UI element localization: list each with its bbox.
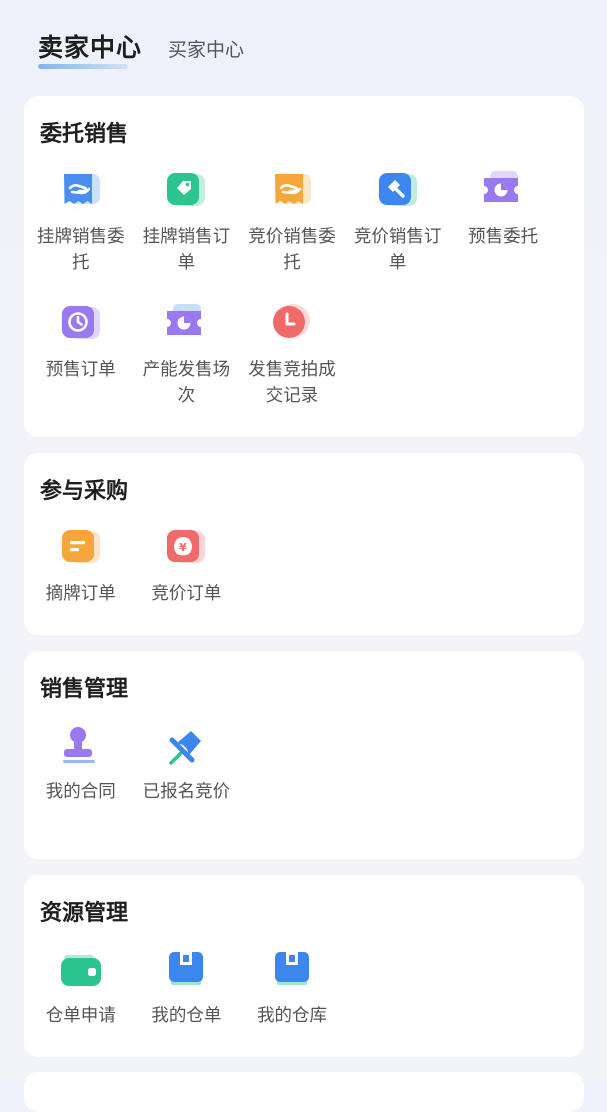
section-title: 委托销售 [40, 122, 129, 147]
pin-icon [163, 723, 209, 769]
menu-item[interactable]: 我的合同 [28, 723, 134, 856]
menu-item-label: 摘牌订单 [45, 584, 116, 604]
ticket-pie-icon [480, 168, 526, 214]
menu-item[interactable]: 仓单申请 [28, 947, 134, 1057]
section-grid: 挂牌销售委托 挂牌销售订单 竞价销售委托 竞价销售订单 预售委托 预售订单 产能… [28, 168, 556, 434]
section-title: 资源管理 [40, 901, 129, 926]
menu-item-label: 竞价订单 [151, 584, 222, 604]
stamp-icon [58, 723, 104, 769]
section-title: 销售管理 [40, 677, 129, 702]
menu-item-label: 竞价销售委托 [248, 227, 336, 273]
menu-item-label: 仓单申请 [45, 1006, 116, 1026]
menu-item[interactable]: 预售委托 [450, 168, 556, 301]
menu-item[interactable]: 挂牌销售委托 [28, 168, 134, 301]
header-tabs: 卖家中心 买家中心 [38, 28, 244, 69]
tag-icon [163, 168, 209, 214]
clock-icon [58, 301, 104, 347]
gavel-icon [375, 168, 421, 214]
menu-item-label: 预售委托 [468, 227, 539, 247]
menu-item[interactable]: 产能发售场次 [134, 301, 240, 434]
menu-item[interactable]: 竞价销售订单 [345, 168, 451, 301]
tab-buyer-center[interactable]: 买家中心 [168, 35, 244, 62]
menu-item-label: 预售订单 [45, 360, 116, 380]
section-grid: 摘牌订单 ¥ 竞价订单 [28, 525, 556, 635]
clock-circle-icon [269, 301, 315, 347]
hand-receipt-icon [269, 168, 315, 214]
yuan-bag-icon: ¥ [163, 525, 209, 571]
menu-item[interactable]: 竞价销售委托 [239, 168, 345, 301]
menu-item-label: 发售竞拍成交记录 [248, 360, 336, 406]
hand-receipt-icon [58, 168, 104, 214]
menu-item[interactable]: 预售订单 [28, 301, 134, 434]
tab-seller-center-label: 卖家中心 [38, 33, 143, 62]
wallet-icon [58, 947, 104, 993]
menu-item-label: 已报名竞价 [142, 782, 231, 802]
section-sales-management: 销售管理 我的合同 已报名竞价 [24, 651, 584, 859]
box-icon [163, 947, 209, 993]
next-section-card [24, 1072, 584, 1112]
section-resource-management: 资源管理 仓单申请 我的仓单 我的仓库 [24, 875, 584, 1057]
menu-item[interactable]: ¥ 竞价订单 [134, 525, 240, 635]
tab-seller-center[interactable]: 卖家中心 [38, 28, 143, 69]
menu-item-label: 我的仓库 [256, 1006, 327, 1026]
menu-item[interactable]: 发售竞拍成交记录 [239, 301, 345, 434]
menu-item[interactable]: 摘牌订单 [28, 525, 134, 635]
section-consignment-sales: 委托销售 挂牌销售委托 挂牌销售订单 竞价销售委托 竞价销售订单 预售委托 预售… [24, 96, 584, 437]
document-lines-icon [58, 525, 104, 571]
menu-item[interactable]: 我的仓单 [134, 947, 240, 1057]
menu-item-label: 我的合同 [45, 782, 116, 802]
menu-item[interactable]: 已报名竞价 [134, 723, 240, 856]
section-grid: 我的合同 已报名竞价 [28, 723, 556, 856]
menu-item[interactable]: 我的仓库 [239, 947, 345, 1057]
menu-item-label: 挂牌销售订单 [142, 227, 231, 273]
box-icon [269, 947, 315, 993]
section-procurement: 参与采购 摘牌订单 ¥ 竞价订单 [24, 453, 584, 635]
menu-item-label: 产能发售场次 [142, 360, 231, 406]
section-grid: 仓单申请 我的仓单 我的仓库 [28, 947, 556, 1057]
section-title: 参与采购 [40, 479, 129, 504]
menu-item-label: 我的仓单 [151, 1006, 222, 1026]
menu-item[interactable]: 挂牌销售订单 [134, 168, 240, 301]
menu-item-label: 挂牌销售委托 [37, 227, 125, 273]
menu-item-label: 竞价销售订单 [353, 227, 442, 273]
active-tab-underline [38, 64, 128, 69]
svg-text:¥: ¥ [180, 541, 188, 554]
ticket-pie-icon [163, 301, 209, 347]
